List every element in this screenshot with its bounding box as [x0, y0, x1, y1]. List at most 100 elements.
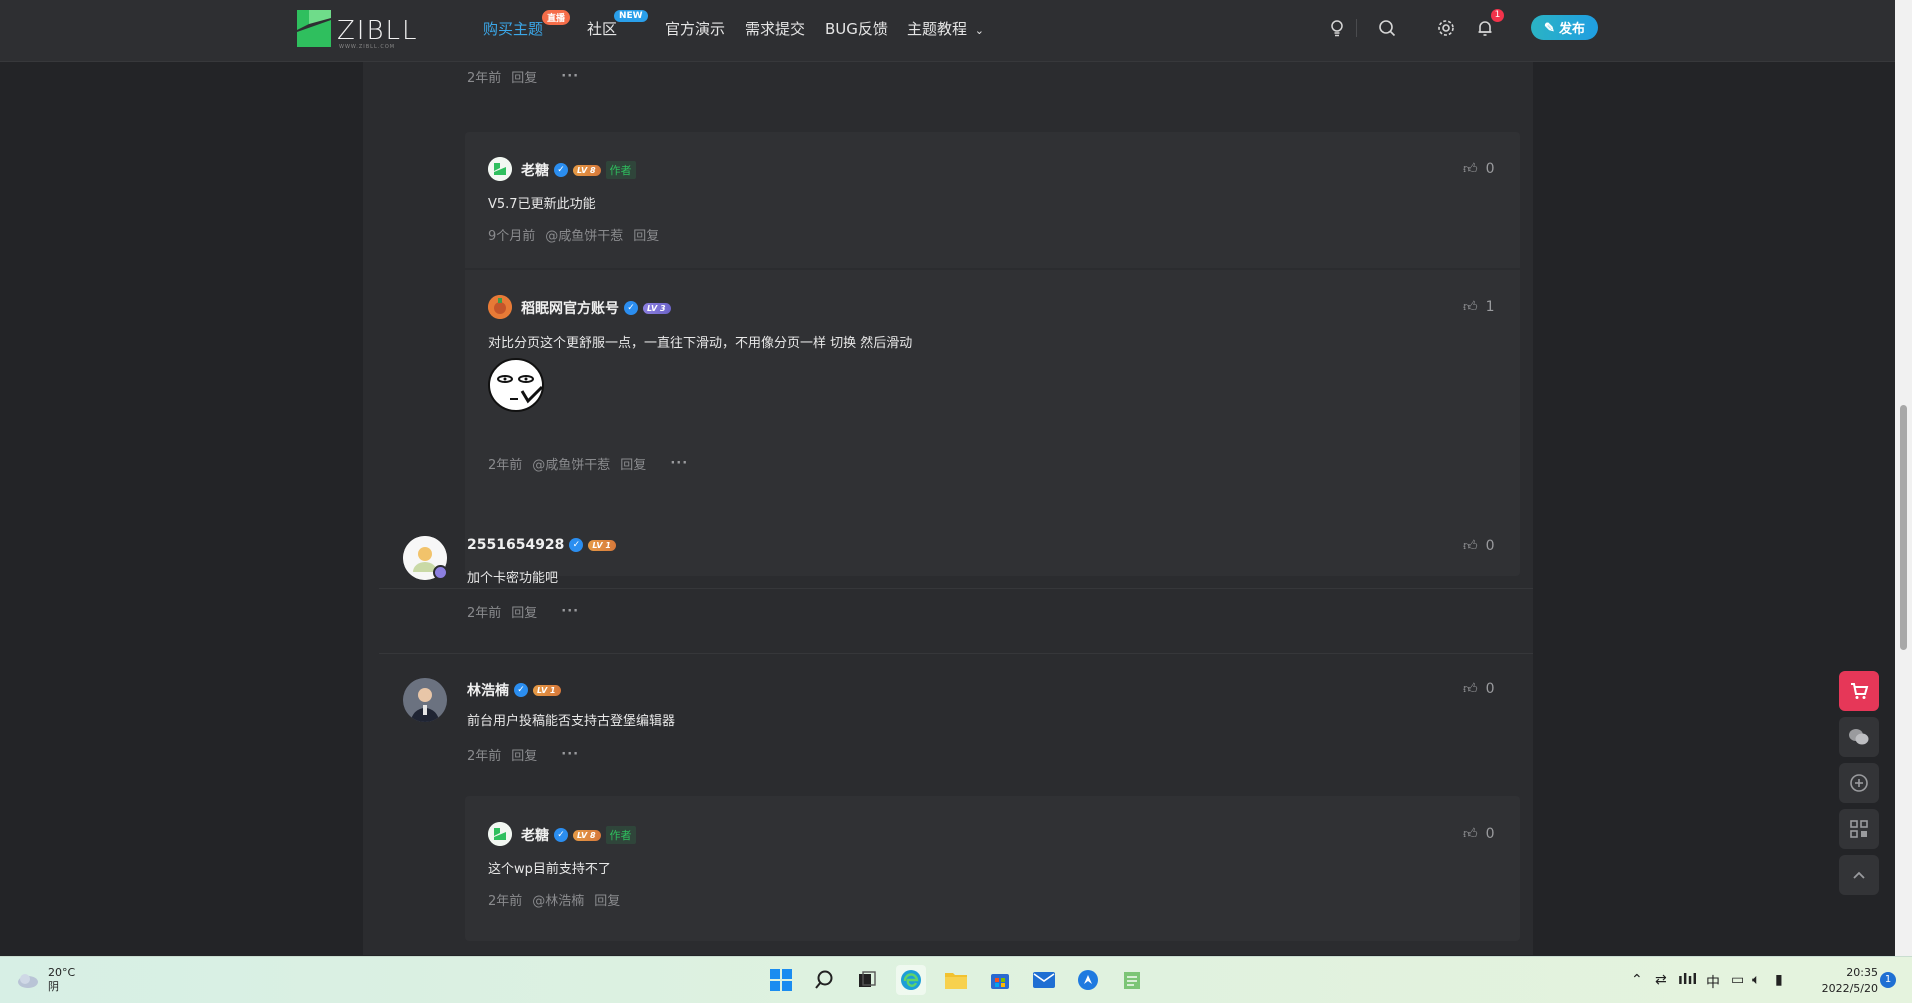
publish-button[interactable]: ✎ 发布 — [1531, 15, 1598, 40]
like-button[interactable]: 👍︎ 0 — [1463, 160, 1495, 178]
user-line: 2551654928 ✓ LV 1 — [467, 537, 616, 553]
like-button[interactable]: 👍︎ 0 — [1463, 680, 1495, 698]
more-icon[interactable]: ··· — [561, 604, 579, 619]
level-badge: LV 1 — [533, 684, 561, 696]
comment-time: 2年前 — [467, 749, 502, 764]
verified-icon: ✓ — [569, 538, 584, 552]
page-scrollbar[interactable] — [1895, 0, 1912, 956]
file-explorer-app[interactable] — [941, 965, 971, 995]
weather-widget[interactable]: 20°C 阴 — [16, 966, 75, 994]
notification-center-badge[interactable]: 1 — [1880, 972, 1896, 988]
wechat-icon — [1849, 729, 1869, 745]
logo-mark-icon — [297, 10, 331, 47]
reply-link[interactable]: 回复 — [511, 602, 537, 621]
clock-time: 20:35 — [1846, 966, 1878, 979]
edge-app[interactable] — [896, 965, 926, 995]
comment-text: 加个卡密功能吧 — [467, 571, 559, 586]
qrcode-icon — [1850, 820, 1868, 838]
mention-link[interactable]: @林浩楠 — [532, 890, 584, 909]
author-tag: 作者 — [605, 161, 636, 179]
qrcode-button[interactable] — [1839, 809, 1879, 849]
battery-icon[interactable]: ▮ — [1775, 972, 1783, 988]
avatar[interactable] — [488, 295, 512, 319]
cloud-icon — [18, 974, 38, 988]
reply-link[interactable]: 回复 — [594, 890, 620, 909]
mention-link[interactable]: @咸鱼饼干惹 — [532, 454, 610, 473]
cart-button[interactable] — [1839, 671, 1879, 711]
thumbs-up-icon: 👍︎ — [1463, 826, 1478, 842]
comment-text: 前台用户投稿能否支持古登堡编辑器 — [467, 714, 676, 729]
chevron-up-icon — [1853, 871, 1865, 879]
store-app[interactable] — [985, 965, 1015, 995]
level-badge: LV 1 — [588, 539, 616, 551]
like-button[interactable]: 👍︎ 1 — [1463, 298, 1495, 316]
back-to-top-button[interactable] — [1839, 855, 1879, 895]
nav-item-community[interactable]: 社区 NEW — [587, 10, 648, 39]
comment-time: 2年前 — [488, 458, 523, 473]
more-icon[interactable]: ··· — [561, 69, 579, 84]
add-button[interactable] — [1839, 763, 1879, 803]
nav-item-label: 社区 — [587, 20, 618, 38]
comment-meta: 2年前 @林浩楠 回复 — [488, 890, 620, 909]
logo-subtext: WWW.ZIBLL.COM — [339, 44, 396, 50]
mail-app[interactable] — [1029, 965, 1059, 995]
nav-item-buy-theme[interactable]: 购买主题 直播 — [483, 10, 571, 39]
username[interactable]: 老糖 — [521, 825, 549, 845]
reply-link[interactable]: 回复 — [633, 225, 659, 244]
divider — [465, 268, 1520, 270]
gear-icon[interactable] — [1436, 18, 1456, 38]
like-count: 1 — [1485, 298, 1495, 315]
site-logo[interactable]: ZIBLL WWW.ZIBLL.COM — [297, 10, 417, 50]
notepad-icon — [1124, 972, 1140, 989]
reply-link[interactable]: 回复 — [620, 454, 646, 473]
scrollbar-thumb[interactable] — [1900, 405, 1907, 650]
nav-item-request[interactable]: 需求提交 — [745, 18, 805, 39]
display-icon[interactable]: ▭ — [1731, 972, 1744, 988]
vip-badge-icon — [433, 565, 448, 580]
comments-panel: 2年前 回复 ··· 老糖 ✓ LV 8 作者 V5.7已更新此功能 9个月前 … — [363, 62, 1533, 955]
reply-link[interactable]: 回复 — [511, 67, 537, 86]
notepad-app[interactable] — [1117, 965, 1147, 995]
avatar[interactable] — [403, 678, 447, 722]
ime-indicator[interactable]: 中 — [1706, 972, 1720, 992]
signal-icon[interactable]: ılıl — [1678, 972, 1697, 988]
windows-icon — [770, 969, 792, 991]
task-view-button[interactable] — [852, 965, 882, 995]
search-icon[interactable] — [1377, 18, 1397, 38]
notification-count-badge: 1 — [1491, 9, 1504, 22]
username[interactable]: 老糖 — [521, 160, 549, 180]
username[interactable]: 林浩楠 — [467, 680, 509, 700]
nav-item-demo[interactable]: 官方演示 — [665, 18, 725, 39]
network-switch-icon[interactable]: ⇄ — [1655, 972, 1667, 988]
taskbar-search-button[interactable] — [809, 965, 839, 995]
sticker-emoji-image — [488, 358, 544, 412]
username[interactable]: 稻眠网官方账号 — [521, 298, 619, 318]
verified-icon: ✓ — [624, 301, 638, 315]
start-button[interactable] — [766, 965, 796, 995]
like-count: 0 — [1485, 537, 1495, 554]
username[interactable]: 2551654928 — [467, 537, 564, 553]
more-icon[interactable]: ··· — [670, 456, 688, 471]
bell-icon[interactable] — [1475, 18, 1495, 38]
wechat-button[interactable] — [1839, 717, 1879, 757]
pencil-icon: ✎ — [1544, 19, 1555, 35]
like-button[interactable]: 👍︎ 0 — [1463, 825, 1495, 843]
avatar[interactable] — [488, 157, 512, 181]
mention-link[interactable]: @咸鱼饼干惹 — [545, 225, 623, 244]
volume-icon[interactable]: 🔈︎ — [1752, 972, 1760, 988]
more-icon[interactable]: ··· — [561, 747, 579, 762]
store-icon — [991, 974, 1009, 989]
reply-list — [465, 796, 1520, 941]
like-button[interactable]: 👍︎ 0 — [1463, 537, 1495, 555]
lightbulb-icon[interactable] — [1327, 18, 1347, 38]
pinned-app[interactable] — [1073, 965, 1103, 995]
edge-icon — [901, 970, 921, 990]
comment-text: 这个wp目前支持不了 — [488, 862, 611, 877]
avatar[interactable] — [488, 822, 512, 846]
reply-link[interactable]: 回复 — [511, 745, 537, 764]
nav-item-tutorials[interactable]: 主题教程 ⌄ — [907, 18, 984, 39]
nav-item-bug-report[interactable]: BUG反馈 — [825, 18, 888, 39]
taskbar-clock[interactable]: 20:35 2022/5/20 — [1810, 965, 1878, 997]
comment-time: 2年前 — [488, 894, 523, 909]
tray-expand-icon[interactable]: ⌃ — [1631, 972, 1643, 988]
